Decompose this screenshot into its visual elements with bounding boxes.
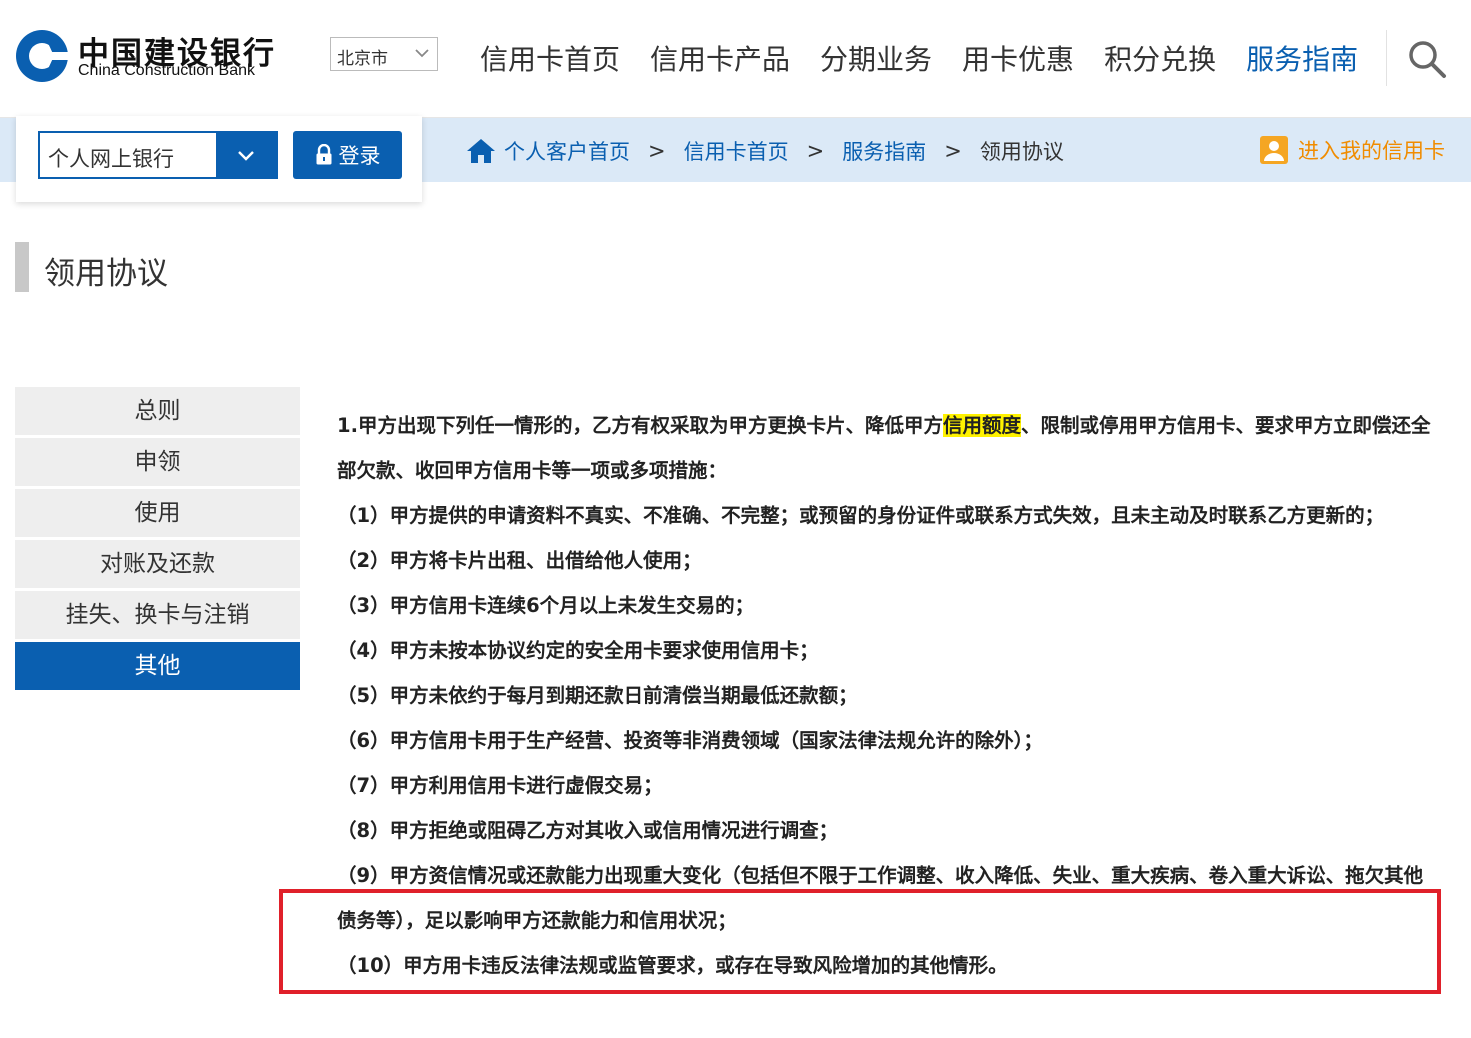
breadcrumb-personal-home[interactable]: 个人客户首页 [504, 136, 630, 166]
side-menu-usage[interactable]: 使用 [15, 489, 300, 537]
nav-divider [1386, 30, 1387, 86]
highlighted-term: 信用额度 [942, 414, 1021, 437]
user-icon [1260, 136, 1288, 164]
clause-item-2: （2）甲方将卡片出租、出借给他人使用； [337, 549, 702, 572]
nav-card-offers[interactable]: 用卡优惠 [962, 40, 1074, 80]
nav-installments[interactable]: 分期业务 [820, 40, 932, 80]
clause-item-7: （7）甲方利用信用卡进行虚假交易； [337, 774, 663, 797]
breadcrumb-credit-card-home[interactable]: 信用卡首页 [684, 136, 789, 166]
breadcrumb-current-page: 领用协议 [979, 140, 1064, 164]
chevron-down-icon [415, 49, 429, 58]
side-menu-statement-repayment[interactable]: 对账及还款 [15, 540, 300, 588]
main-nav: 信用卡首页 信用卡产品 分期业务 用卡优惠 积分兑换 服务指南 [480, 40, 1388, 80]
breadcrumb-separator: > [944, 139, 962, 163]
side-menu-general[interactable]: 总则 [15, 387, 300, 435]
nav-credit-card-home[interactable]: 信用卡首页 [480, 40, 620, 80]
chevron-down-icon [238, 151, 254, 161]
side-menu-loss-replace-cancel[interactable]: 挂失、换卡与注销 [15, 591, 300, 639]
nav-credit-card-products[interactable]: 信用卡产品 [650, 40, 790, 80]
nav-service-guide[interactable]: 服务指南 [1246, 40, 1358, 80]
lock-icon [316, 144, 331, 165]
my-credit-card-label: 进入我的信用卡 [1298, 139, 1445, 163]
page-title: 领用协议 [44, 256, 168, 292]
clause-item-4: （4）甲方未按本协议约定的安全用卡要求使用信用卡； [337, 639, 819, 662]
login-button[interactable]: 登录 [293, 131, 402, 179]
clause-item-9: （9）甲方资信情况或还款能力出现重大变化（包括但不限于工作调整、收入降低、失业、… [337, 864, 1424, 932]
logo-english-name: China Construction Bank [78, 62, 255, 79]
search-icon[interactable] [1406, 38, 1448, 80]
nav-points-exchange[interactable]: 积分兑换 [1104, 40, 1216, 80]
clause-item-6: （6）甲方信用卡用于生产经营、投资等非消费领域（国家法律法规允许的除外）； [337, 729, 1043, 752]
clause-item-1: （1）甲方提供的申请资料不真实、不准确、不完整；或预留的身份证件或联系方式失效，… [337, 504, 1385, 527]
side-menu-other[interactable]: 其他 [15, 642, 300, 690]
breadcrumb-separator: > [648, 139, 666, 163]
ccb-logo-icon [16, 30, 70, 82]
clause-intro: 1.甲方出现下列任一情形的，乙方有权采取为甲方更换卡片、降低甲方信用额度、限制或… [337, 403, 1437, 493]
login-panel: 个人网上银行 登录 [16, 116, 422, 202]
agreement-content: 1.甲方出现下列任一情形的，乙方有权采取为甲方更换卡片、降低甲方信用额度、限制或… [337, 403, 1437, 988]
side-menu-application[interactable]: 申领 [15, 438, 300, 486]
side-menu: 总则 申领 使用 对账及还款 挂失、换卡与注销 其他 [15, 387, 300, 693]
breadcrumb: 个人客户首页 > 信用卡首页 > 服务指南 > 领用协议 [466, 136, 1064, 166]
breadcrumb-service-guide[interactable]: 服务指南 [842, 136, 926, 166]
bank-logo[interactable]: 中国建设银行 China Construction Bank [14, 26, 324, 88]
clause-intro-text: 1.甲方出现下列任一情形的，乙方有权采取为甲方更换卡片、降低甲方 [337, 414, 943, 437]
login-button-label: 登录 [338, 144, 381, 168]
site-header: 中国建设银行 China Construction Bank 北京市 信用卡首页… [0, 0, 1471, 118]
dropdown-toggle[interactable] [216, 133, 276, 177]
city-select[interactable]: 北京市 [330, 37, 438, 71]
clause-item-10: （10）甲方用卡违反法律法规或监管要求，或存在导致风险增加的其他情形。 [337, 954, 1008, 977]
title-accent-bar [15, 242, 29, 292]
online-banking-select-value: 个人网上银行 [48, 147, 174, 171]
clause-item-8: （8）甲方拒绝或阻碍乙方对其收入或信用情况进行调查； [337, 819, 839, 842]
city-select-value: 北京市 [337, 49, 388, 69]
online-banking-select[interactable]: 个人网上银行 [38, 131, 278, 179]
home-icon[interactable] [466, 138, 496, 164]
clause-item-3: （3）甲方信用卡连续6个月以上未发生交易的； [337, 594, 755, 617]
clause-item-5: （5）甲方未依约于每月到期还款日前清偿当期最低还款额； [337, 684, 858, 707]
my-credit-card-link[interactable]: 进入我的信用卡 [1260, 135, 1445, 165]
breadcrumb-separator: > [806, 139, 825, 163]
